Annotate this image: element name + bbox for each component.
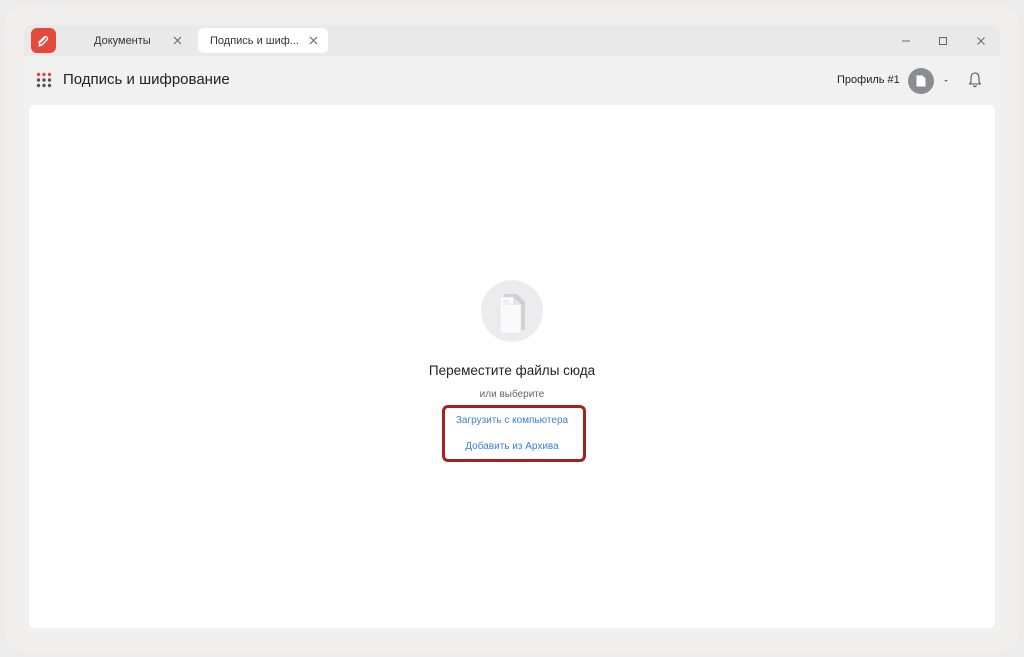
drop-subtitle: или выберите bbox=[479, 389, 545, 400]
tab-sign-encrypt[interactable]: Подпись и шиф... bbox=[198, 28, 328, 53]
minimize-icon[interactable] bbox=[897, 32, 915, 50]
maximize-icon[interactable] bbox=[934, 32, 952, 50]
close-icon[interactable] bbox=[306, 33, 320, 47]
chevron-down-icon[interactable] bbox=[941, 76, 951, 86]
page-header: Подпись и шифрование Профиль #1 bbox=[24, 56, 1000, 106]
window-close-icon[interactable] bbox=[972, 32, 990, 50]
app-logo-icon[interactable] bbox=[31, 28, 56, 53]
close-icon[interactable] bbox=[170, 33, 184, 47]
tab-documents-label: Документы bbox=[94, 34, 151, 47]
apps-grid-icon[interactable] bbox=[36, 72, 52, 88]
tab-sign-encrypt-label: Подпись и шиф... bbox=[210, 34, 299, 47]
document-icon bbox=[916, 75, 926, 87]
files-icon bbox=[481, 280, 543, 342]
drop-area[interactable]: Переместите файлы сюда или выберите Загр… bbox=[29, 105, 995, 628]
profile-label[interactable]: Профиль #1 bbox=[837, 74, 900, 86]
highlight-box bbox=[442, 405, 586, 462]
app-window: Документы Подпись и шиф... Подпись и шиф… bbox=[24, 25, 1000, 633]
bell-icon[interactable] bbox=[967, 71, 983, 89]
upload-from-computer-link[interactable]: Загрузить с компьютера bbox=[29, 415, 995, 426]
tab-bar: Документы Подпись и шиф... bbox=[24, 25, 1000, 56]
drop-title: Переместите файлы сюда bbox=[428, 363, 596, 378]
tab-documents[interactable]: Документы bbox=[82, 28, 192, 53]
add-from-archive-link[interactable]: Добавить из Архива bbox=[29, 441, 995, 452]
page-title: Подпись и шифрование bbox=[63, 71, 230, 88]
avatar[interactable] bbox=[908, 68, 934, 94]
